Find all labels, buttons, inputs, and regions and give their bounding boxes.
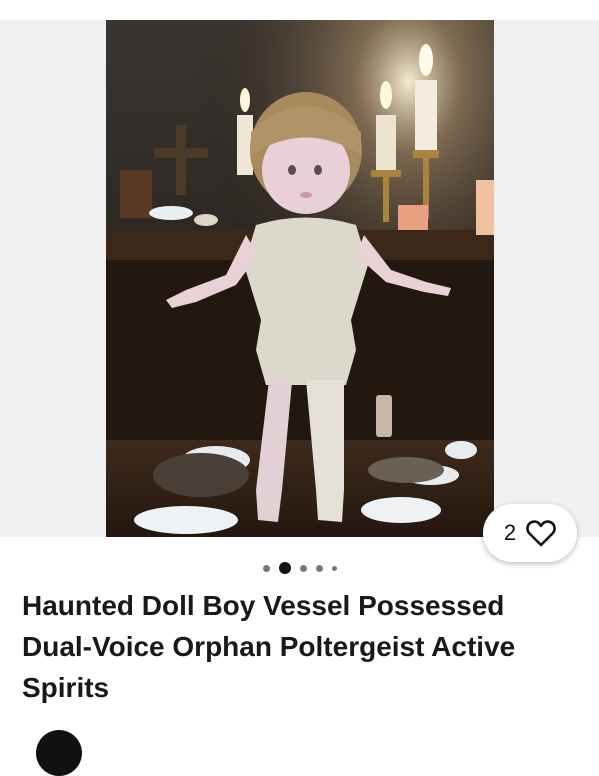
gallery-pagination: [0, 562, 599, 574]
pagination-dot-active[interactable]: [278, 562, 291, 574]
pagination-dot[interactable]: [299, 564, 307, 572]
pagination-dot[interactable]: [262, 564, 270, 572]
like-button[interactable]: 2: [483, 504, 577, 562]
listing-title: Haunted Doll Boy Vessel Possessed Dual-V…: [22, 590, 516, 703]
doll-photo-illustration: [106, 20, 494, 537]
image-gallery[interactable]: [0, 20, 599, 537]
pagination-dot[interactable]: [331, 565, 337, 571]
listing-photo[interactable]: [106, 20, 494, 537]
like-count: 2: [503, 520, 517, 545]
heart-outline-icon: [526, 520, 556, 547]
pagination-dot[interactable]: [315, 564, 323, 572]
